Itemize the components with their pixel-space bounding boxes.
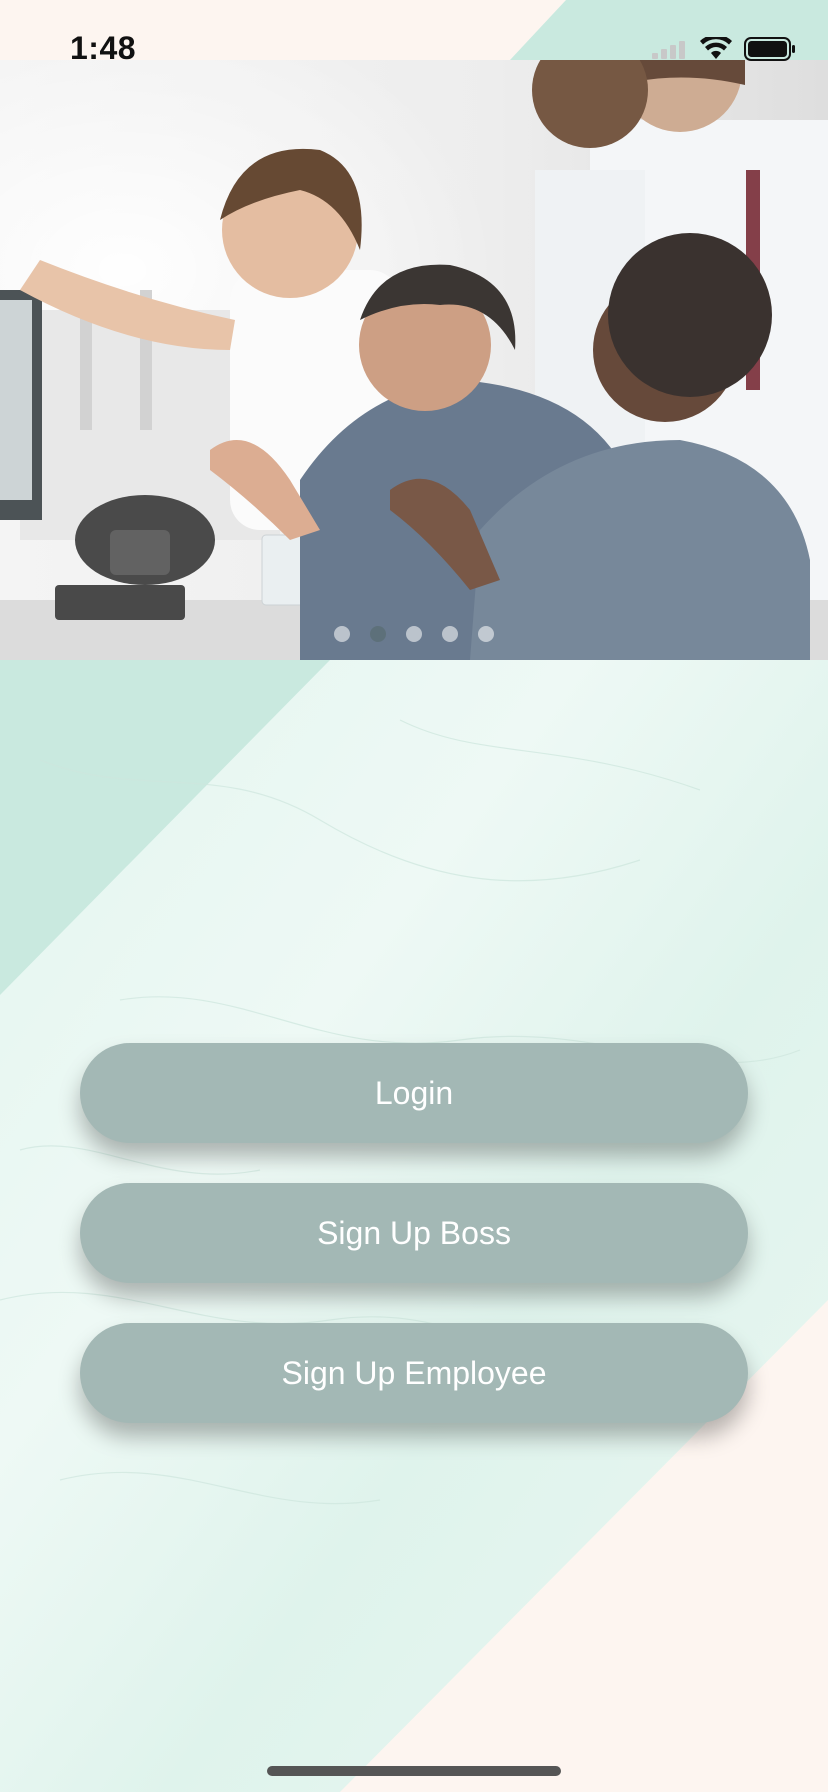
sign-up-boss-button[interactable]: Sign Up Boss <box>80 1183 748 1283</box>
page-dot[interactable] <box>334 626 350 642</box>
login-button[interactable]: Login <box>80 1043 748 1143</box>
hero-illustration <box>0 60 828 660</box>
battery-icon <box>744 37 795 61</box>
status-icons <box>652 36 796 62</box>
page-dot[interactable] <box>442 626 458 642</box>
status-time: 1:48 <box>70 30 137 66</box>
page-dot[interactable] <box>406 626 422 642</box>
home-indicator[interactable] <box>267 1766 561 1776</box>
carousel-page-indicator[interactable] <box>0 626 828 642</box>
status-bar: 1:48 <box>0 0 828 66</box>
sign-up-employee-button[interactable]: Sign Up Employee <box>80 1323 748 1423</box>
page-dot[interactable] <box>478 626 494 642</box>
page-dot-active[interactable] <box>370 626 386 642</box>
wifi-icon <box>700 37 732 59</box>
cellular-signal-icon <box>652 41 685 59</box>
hero-image <box>0 60 828 660</box>
